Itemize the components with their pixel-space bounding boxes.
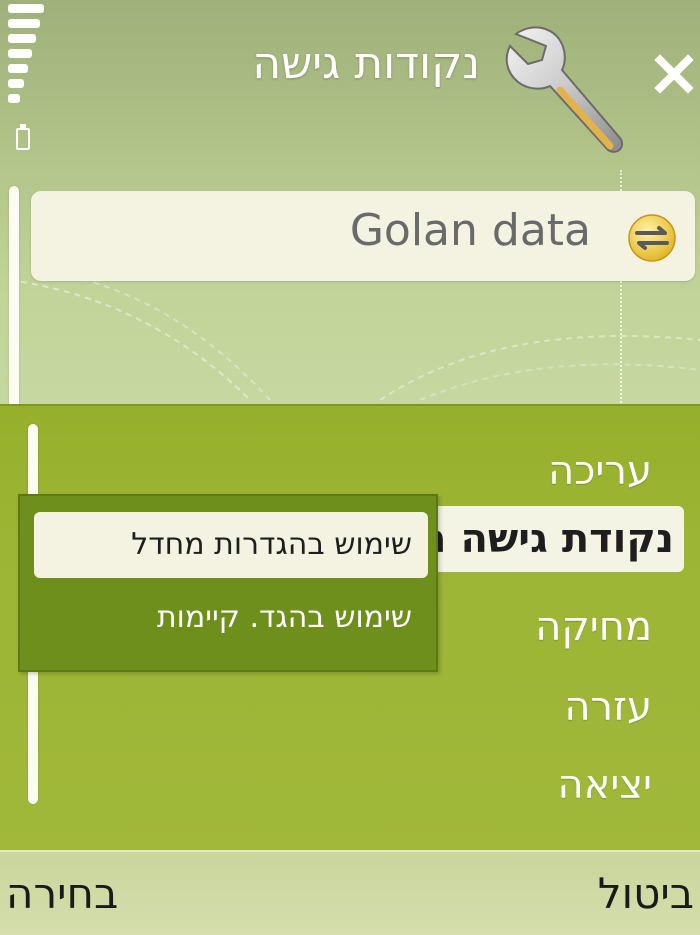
submenu-item-use-default-settings[interactable]: שימוש בהגדרות מחדל <box>34 512 428 578</box>
wrench-icon <box>498 20 630 158</box>
softkey-cancel[interactable]: ביטול <box>598 864 694 924</box>
menu-item-label: נקודת גישה חדשה <box>420 516 674 562</box>
menu-item-exit[interactable]: יציאה <box>558 752 653 818</box>
menu-item-new-access-point[interactable]: נקודת גישה חדשה <box>420 506 684 572</box>
battery-icon <box>16 124 30 150</box>
menu-item-delete[interactable]: מחיקה <box>535 594 652 660</box>
page-title: נקודות גישה <box>252 38 480 89</box>
softkey-select[interactable]: בחירה <box>6 864 118 924</box>
list-item-access-point[interactable]: Golan data <box>31 191 695 281</box>
submenu: שימוש בהגדרות מחדל שימוש בהגד. קיימות <box>18 494 438 672</box>
submenu-item-use-existing-settings[interactable]: שימוש בהגד. קיימות <box>34 588 412 648</box>
close-icon[interactable] <box>652 52 696 96</box>
submenu-item-label: שימוש בהגדרות מחדל <box>131 527 412 562</box>
access-point-icon <box>627 213 677 263</box>
access-point-name: Golan data <box>349 205 591 256</box>
softkey-bar: בחירה ביטול <box>0 850 700 935</box>
background-decoration <box>9 269 700 401</box>
signal-strength-icon <box>8 4 46 112</box>
menu-item-edit[interactable]: עריכה <box>548 438 652 504</box>
menu-item-help[interactable]: עזרה <box>564 674 652 740</box>
list-scrollbar[interactable] <box>9 186 19 416</box>
